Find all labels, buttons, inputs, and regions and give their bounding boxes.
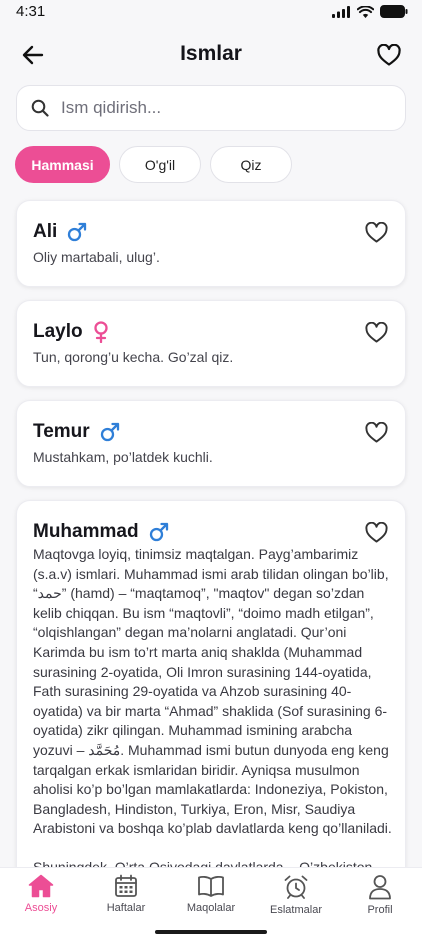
wifi-icon (357, 5, 374, 18)
favorite-button[interactable] (363, 419, 389, 445)
nav-weeks[interactable]: Haftalar (86, 874, 166, 914)
name-card-expanded[interactable]: Muhammad Maqtovga loyiq, tinimsiz maqtal… (16, 500, 406, 900)
home-indicator[interactable] (155, 930, 267, 934)
name-meaning-full: Maqtovga loyiq, tinimsiz maqtalgan. Payg… (33, 545, 395, 897)
nav-label: Haftalar (106, 902, 146, 914)
name-meaning: Tun, qorong’u kecha. Go’zal qiz. (33, 349, 234, 365)
name-card[interactable]: Ali Oliy martabali, ulug’. (16, 200, 406, 287)
name-title: Laylo (33, 321, 109, 343)
heart-icon (377, 44, 401, 66)
name-meaning: Oliy martabali, ulug’. (33, 249, 160, 265)
male-icon (100, 422, 119, 442)
nav-home[interactable]: Asosiy (1, 874, 81, 914)
name-title: Temur (33, 421, 120, 443)
book-icon (198, 875, 224, 897)
heart-icon (364, 221, 388, 243)
name-label: Laylo (33, 321, 83, 342)
nav-label: Profil (367, 904, 393, 916)
nav-label: Asosiy (24, 902, 58, 914)
search-input[interactable] (61, 98, 381, 118)
gender-filter: Hammasi O'g'il Qiz (15, 146, 292, 183)
alarm-clock-icon (284, 875, 308, 899)
male-icon (149, 522, 168, 542)
male-icon (68, 222, 87, 242)
favorites-button[interactable] (376, 42, 402, 68)
heart-icon (364, 321, 388, 343)
search-icon (31, 99, 49, 117)
status-time: 4:31 (16, 3, 46, 20)
name-label: Temur (33, 421, 90, 442)
favorite-button[interactable] (363, 219, 389, 245)
status-icons (332, 5, 408, 18)
favorite-button[interactable] (363, 519, 389, 545)
nav-profile[interactable]: Profil (340, 874, 420, 916)
search-bar[interactable] (16, 85, 406, 131)
signal-icon (332, 5, 350, 18)
favorite-button[interactable] (363, 319, 389, 345)
meaning-paragraph: Maqtovga loyiq, tinimsiz maqtalgan. Payg… (33, 546, 392, 837)
name-meaning: Mustahkam, po’latdek kuchli. (33, 449, 213, 465)
filter-girls[interactable]: Qiz (210, 146, 292, 183)
nav-label: Eslatmalar (270, 904, 322, 916)
page-title: Ismlar (180, 42, 242, 65)
female-icon (93, 321, 108, 343)
profile-icon (369, 875, 391, 900)
battery-icon (380, 5, 408, 18)
name-label: Ali (33, 221, 58, 242)
filter-all[interactable]: Hammasi (15, 146, 110, 183)
name-card[interactable]: Laylo Tun, qorong’u kecha. Go’zal qiz. (16, 300, 406, 387)
name-card[interactable]: Temur Mustahkam, po’latdek kuchli. (16, 400, 406, 487)
header: Ismlar (0, 36, 422, 74)
heart-icon (364, 521, 388, 543)
nav-reminders[interactable]: Eslatmalar (256, 874, 336, 916)
nav-articles[interactable]: Maqolalar (171, 874, 251, 914)
filter-boys[interactable]: O'g'il (119, 146, 201, 183)
home-icon (28, 874, 54, 898)
nav-label: Maqolalar (186, 902, 236, 914)
name-label: Muhammad (33, 521, 139, 542)
name-title: Ali (33, 221, 87, 243)
calendar-icon (115, 874, 137, 897)
status-bar: 4:31 (0, 0, 422, 26)
heart-icon (364, 421, 388, 443)
name-title: Muhammad (33, 521, 169, 543)
